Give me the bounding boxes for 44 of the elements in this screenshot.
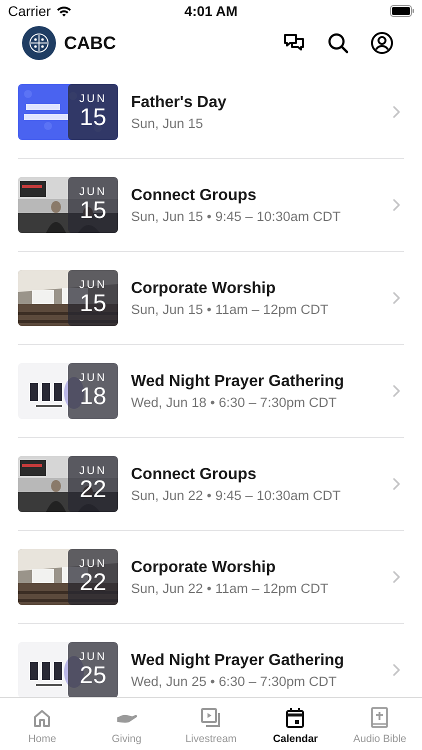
chevron-icon	[393, 199, 400, 211]
date-badge: JUN 15	[68, 84, 118, 140]
chevron-icon	[393, 106, 400, 118]
event-time: Wed, Jun 18 • 6:30 – 7:30pm CDT	[131, 394, 338, 410]
battery-icon	[390, 5, 414, 17]
app-title: CABC	[64, 32, 116, 54]
event-row[interactable]: JUN 15 Connect Groups Sun, Jun 15 • 9:45 – 10:30am CDT	[18, 159, 404, 252]
event-row[interactable]: JUN 22 Corporate Worship Sun, Jun 22 • 11am – 12pm CDT	[18, 531, 404, 624]
date-badge: JUN 15	[68, 177, 118, 233]
chevron-icon	[393, 385, 400, 397]
event-row[interactable]: JUN 22 Connect Groups Sun, Jun 22 • 9:45 – 10:30am CDT	[18, 438, 404, 531]
status-time: 4:01 AM	[184, 3, 238, 19]
event-time: Sun, Jun 15 • 11am – 12pm CDT	[131, 302, 330, 316]
profile-icon[interactable]	[370, 31, 394, 55]
event-title: Wed Night Prayer Gathering	[131, 652, 346, 670]
date-badge: JUN 18	[68, 363, 118, 419]
event-title: Father's Day	[131, 94, 228, 112]
date-badge: JUN 22	[68, 549, 118, 605]
date-badge: JUN 15	[68, 270, 118, 326]
event-title: Corporate Worship	[131, 280, 277, 298]
chevron-icon	[393, 292, 400, 304]
event-title: Corporate Worship	[131, 558, 277, 576]
carrier-name: Carrier	[8, 3, 51, 19]
logo-icon	[22, 26, 56, 60]
event-row[interactable]: JUN 18 Wed Night Prayer Gathering Wed, Jun 18 • 6:30 – 7:30pm CDT	[18, 345, 404, 438]
event-time: Sun, Jun 15	[131, 116, 204, 130]
event-time: Wed, Jun 25 • 6:30 – 7:30pm CDT	[131, 674, 338, 688]
event-title: Wed Night Prayer Gathering	[131, 372, 346, 390]
event-title: Connect Groups	[131, 186, 258, 204]
chevron-icon	[393, 478, 400, 490]
event-row[interactable]: JUN 15 Father's Day Sun, Jun 15	[18, 66, 404, 159]
date-badge: JUN 25	[68, 642, 118, 697]
event-time: Sun, Jun 22 • 11am – 12pm CDT	[131, 580, 330, 596]
event-row[interactable]: JUN 15 Corporate Worship Sun, Jun 15 • 11am – 12pm CDT	[18, 252, 404, 345]
event-time: Sun, Jun 22 • 9:45 – 10:30am CDT	[131, 488, 342, 502]
chevron-icon	[393, 571, 400, 583]
event-time: Sun, Jun 15 • 9:45 – 10:30am CDT	[131, 208, 342, 224]
wifi-icon	[56, 5, 72, 17]
search-icon[interactable]	[326, 31, 350, 55]
date-badge: JUN 22	[68, 456, 118, 512]
event-title: Connect Groups	[131, 466, 258, 484]
hand-icon	[116, 714, 138, 723]
tab-item[interactable]: Calendar	[253, 698, 338, 750]
chevron-icon	[393, 664, 400, 676]
